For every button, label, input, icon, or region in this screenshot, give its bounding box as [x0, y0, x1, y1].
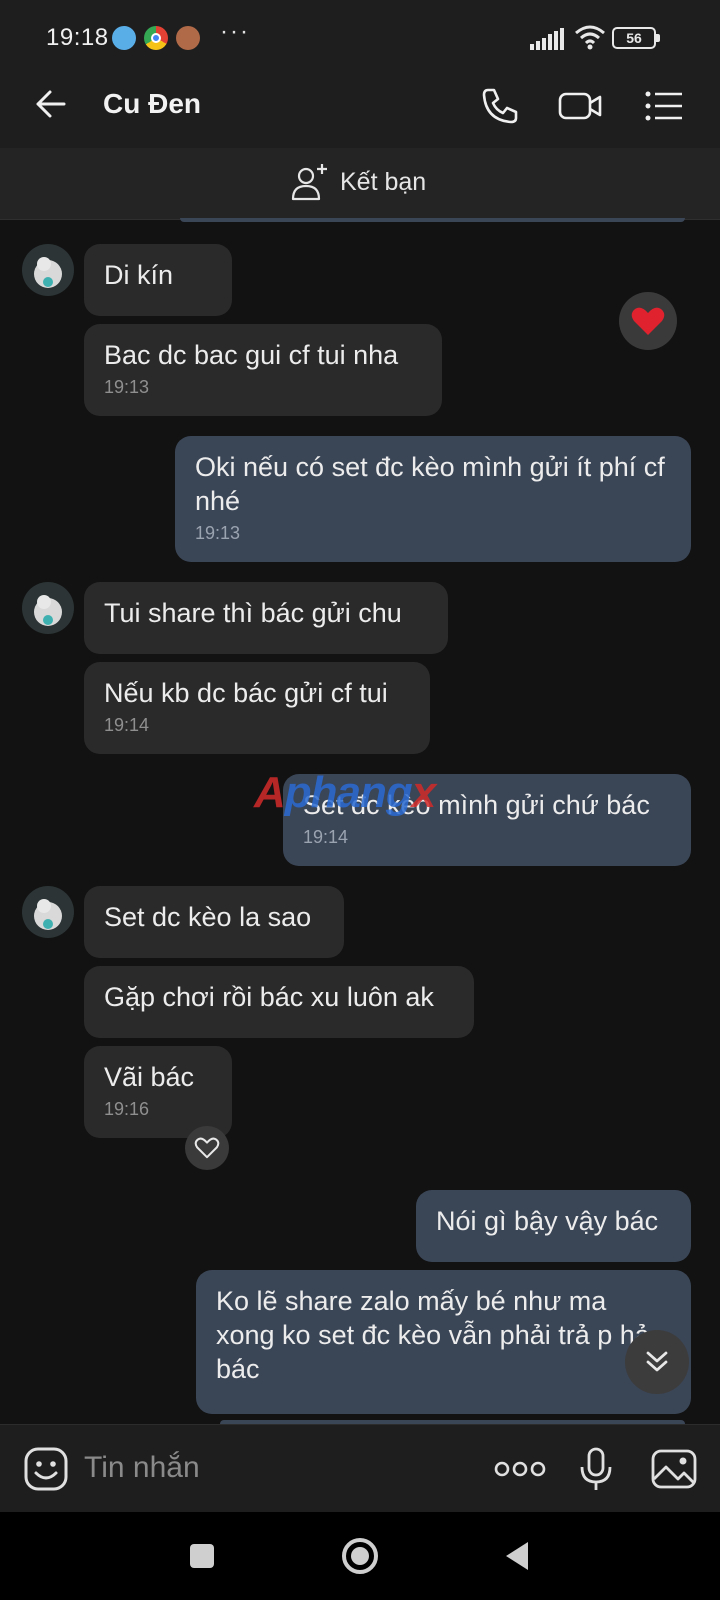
video-call-icon[interactable]: [556, 82, 604, 130]
message-timestamp: 19:14: [303, 827, 349, 847]
message-bubble-incoming[interactable]: Set dc kèo la sao: [84, 886, 344, 958]
message-timestamp: 19:13: [195, 523, 241, 543]
recent-apps-button[interactable]: [180, 1534, 224, 1578]
battery-indicator: 56: [612, 27, 660, 49]
profile-app-icon: [176, 26, 200, 50]
image-gallery-icon[interactable]: [650, 1445, 698, 1493]
phone-call-icon[interactable]: [476, 82, 524, 130]
message-timestamp: 19:14: [104, 715, 150, 735]
message-bubble-incoming[interactable]: Gặp chơi rồi bác xu luôn ak: [84, 966, 474, 1038]
message-text: Oki nếu có set đc kèo mình gửi ít phí cf…: [195, 452, 665, 516]
status-time: 19:18: [46, 24, 109, 51]
back-arrow-icon[interactable]: [30, 84, 70, 124]
message-input[interactable]: Tin nhắn: [84, 1451, 200, 1485]
message-bubble-incoming[interactable]: Tui share thì bác gửi chu: [84, 582, 448, 654]
add-friend-label: Kết bạn: [340, 167, 427, 196]
scroll-to-bottom-button[interactable]: [625, 1330, 689, 1394]
emoji-sticker-icon[interactable]: [22, 1445, 70, 1493]
back-button[interactable]: [496, 1534, 540, 1578]
add-friend-button[interactable]: Kết bạn: [290, 162, 426, 202]
chrome-icon: [144, 26, 168, 50]
home-button[interactable]: [338, 1534, 382, 1578]
contact-avatar[interactable]: [22, 582, 74, 634]
add-friend-icon: [291, 164, 327, 201]
message-text: Di kín: [104, 260, 174, 290]
add-reaction-heart-icon[interactable]: [185, 1126, 229, 1170]
message-text: Gặp chơi rồi bác xu luôn ak: [104, 982, 434, 1012]
wifi-icon: [575, 25, 605, 50]
watermark-logo: Aphangx: [254, 768, 436, 817]
message-text: Tui share thì bác gửi chu: [104, 598, 402, 628]
reaction-heart-icon[interactable]: [619, 292, 677, 350]
notification-app-icon: [112, 26, 136, 50]
contact-avatar[interactable]: [22, 886, 74, 938]
message-bubble-incoming[interactable]: Nếu kb dc bác gửi cf tui 19:14: [84, 662, 430, 754]
message-bubble-outgoing[interactable]: Ko lẽ share zalo mấy bé như ma xong ko s…: [196, 1270, 691, 1414]
contact-avatar[interactable]: [22, 244, 74, 296]
double-chevron-down-icon: [646, 1351, 668, 1372]
message-bubble-incoming[interactable]: Di kín: [84, 244, 232, 316]
message-bubble-incoming[interactable]: Bac dc bac gui cf tui nha 19:13: [84, 324, 442, 416]
status-bar: 19:18 ··· 56: [0, 0, 720, 64]
message-input-bar: Tin nhắn: [0, 1424, 720, 1512]
message-text: Vãi bác: [104, 1062, 195, 1092]
message-timestamp: 19:13: [104, 377, 150, 397]
more-options-icon[interactable]: [494, 1445, 546, 1493]
more-notifications-icon: ···: [220, 18, 250, 45]
signal-icon: [530, 28, 564, 50]
add-friend-bar: Kết bạn: [0, 148, 720, 220]
message-text: Nếu kb dc bác gửi cf tui: [104, 678, 388, 708]
previous-message-edge: [180, 218, 685, 222]
message-text: Ko lẽ share zalo mấy bé như ma xong ko s…: [216, 1286, 650, 1384]
message-text: Nói gì bậy vậy bác: [436, 1206, 659, 1236]
microphone-icon[interactable]: [572, 1445, 620, 1493]
system-navigation-bar: [0, 1512, 720, 1600]
message-text: Bac dc bac gui cf tui nha: [104, 340, 399, 370]
message-bubble-outgoing[interactable]: Oki nếu có set đc kèo mình gửi ít phí cf…: [175, 436, 691, 562]
menu-list-icon[interactable]: [640, 82, 688, 130]
message-bubble-incoming[interactable]: Vãi bác 19:16: [84, 1046, 232, 1138]
contact-name[interactable]: Cu Đen: [103, 88, 201, 120]
message-timestamp: 19:16: [104, 1099, 150, 1119]
chat-header: Cu Đen: [0, 64, 720, 148]
message-bubble-outgoing[interactable]: Nói gì bậy vậy bác: [416, 1190, 691, 1262]
message-text: Set dc kèo la sao: [104, 902, 312, 932]
